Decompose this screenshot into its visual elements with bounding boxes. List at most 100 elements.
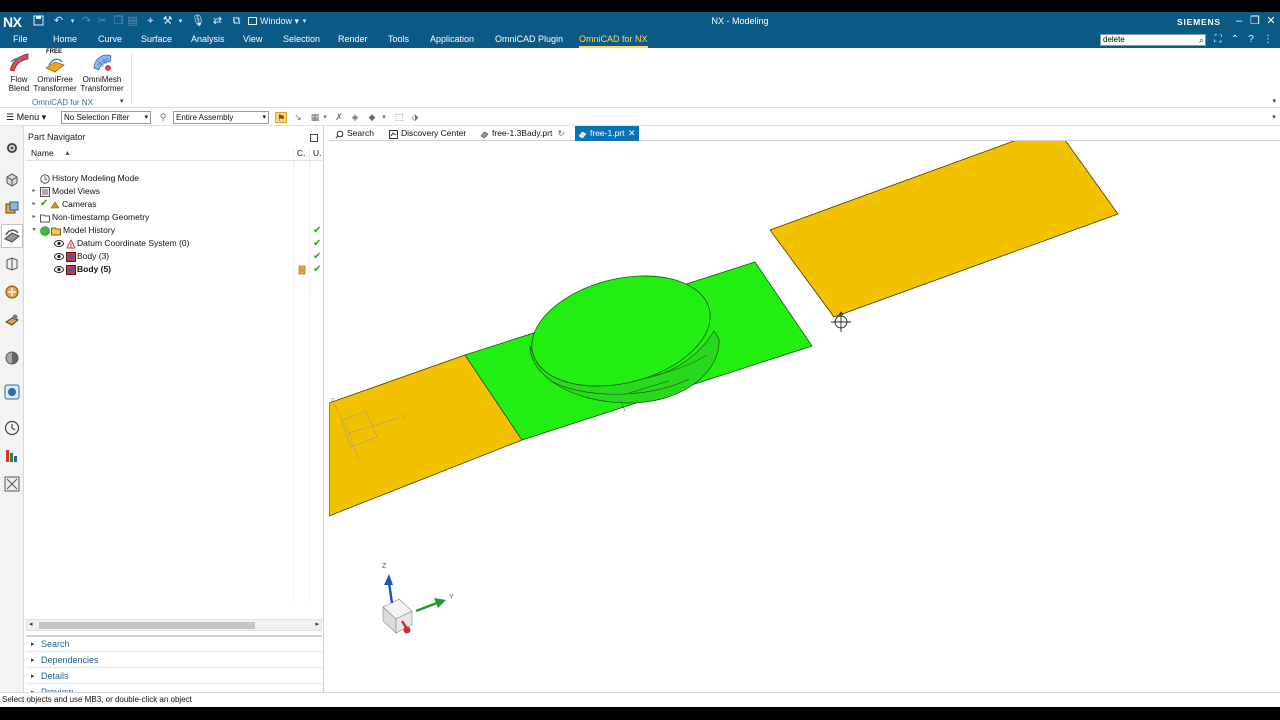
command-search-input[interactable]: delete ⌕	[1100, 34, 1206, 46]
yellow-sheet-right[interactable]	[769, 141, 1119, 318]
scroll-right-icon[interactable]: ▸	[315, 620, 319, 630]
filter-funnel-icon[interactable]: ⚲	[157, 112, 169, 123]
expand-arrow-icon[interactable]: ▸	[30, 211, 38, 224]
column-u[interactable]: U.	[313, 147, 322, 160]
flow-blend-button[interactable]: Flow Blend	[5, 50, 33, 93]
expand-arrow-icon[interactable]: ▸	[30, 198, 38, 211]
column-name[interactable]: Name	[31, 147, 54, 160]
sort-ascending-icon[interactable]: ▲	[64, 147, 71, 160]
assembly-icon[interactable]: ⬗	[409, 112, 421, 123]
minimize-icon[interactable]: –	[1232, 14, 1246, 29]
system-scene-icon[interactable]	[4, 476, 20, 492]
omnimesh-transformer-button[interactable]: OmniMesh Transformer	[79, 50, 125, 93]
column-c[interactable]: C.	[297, 147, 306, 160]
collapse-ribbon-icon[interactable]: ⌃	[1229, 34, 1241, 46]
selection-scope-dropdown[interactable]: Entire Assembly ▾	[173, 111, 269, 124]
tree-row-body-5[interactable]: Body (5) ✔	[26, 263, 322, 276]
siemens-logo: SIEMENS	[1177, 17, 1221, 27]
tab-discovery-center[interactable]: Discovery Center	[386, 126, 466, 141]
tab-free-1-3bady[interactable]: free-1.3Bady.prt ↻	[477, 126, 564, 141]
ribbon-divider	[131, 52, 132, 104]
process-studio-icon[interactable]	[4, 384, 20, 400]
part-navigator-icon[interactable]	[1, 224, 23, 248]
expand-arrow-icon[interactable]: ▸	[30, 185, 38, 198]
type-filter-dropdown[interactable]: No Selection Filter ▾	[61, 111, 151, 124]
eye-icon[interactable]	[54, 252, 64, 261]
assembly-navigator-icon[interactable]	[4, 172, 20, 188]
full-screen-icon[interactable]: ⛶	[1212, 34, 1224, 46]
snap-point-icon[interactable]: ↘	[292, 112, 304, 123]
panel-dependencies[interactable]: ▸ Dependencies	[26, 653, 322, 668]
menu-selection[interactable]: Selection	[283, 32, 320, 48]
menu-omnicad-for-nx[interactable]: OmniCAD for NX	[579, 32, 648, 48]
menu-file[interactable]: File	[13, 32, 28, 48]
eye-icon[interactable]	[54, 239, 64, 248]
roles-icon[interactable]	[4, 448, 20, 464]
panel-details[interactable]: ▸ Details	[26, 669, 322, 684]
expand-arrow-icon: ▸	[31, 657, 35, 664]
collapse-arrow-icon[interactable]: ▾	[30, 224, 38, 237]
part-icon	[578, 129, 587, 139]
tree-row-history-mode[interactable]: History Modeling Mode	[26, 172, 322, 185]
tree-row-cameras[interactable]: ▸ ✔ Cameras	[26, 198, 322, 211]
maximize-panel-icon[interactable]	[310, 134, 318, 142]
select-all-icon[interactable]: ◈	[349, 112, 361, 123]
modified-icon: ↻	[557, 129, 565, 138]
ribbon-expand-icon[interactable]: ▾	[1272, 97, 1276, 105]
show-hide-icon[interactable]: ◆	[366, 112, 378, 123]
show-hide-dropdown-icon[interactable]: ▾	[378, 112, 390, 123]
part-navigator-panel: Part Navigator Name ▲ C. U. History Mode…	[24, 126, 324, 697]
omnifree-transformer-button[interactable]: FREE OmniFree Transformer	[33, 49, 77, 93]
general-selection-intent-icon[interactable]: ⚑	[275, 112, 287, 123]
tree-row-model-history[interactable]: ▾ Model History ✔	[26, 224, 322, 237]
tree-row-datum-csys[interactable]: Datum Coordinate System (0) ✔	[26, 237, 322, 250]
horizontal-scrollbar[interactable]: ◂ ▸	[26, 619, 322, 631]
settings-gear-icon[interactable]	[4, 140, 20, 156]
menu-home[interactable]: Home	[53, 32, 77, 48]
menu-curve[interactable]: Curve	[98, 32, 122, 48]
flow-blend-label-2: Blend	[8, 83, 30, 93]
selection-bar: ☰ Menu ▾ No Selection Filter ▾ ⚲ Entire …	[0, 109, 1280, 126]
menu-tools[interactable]: Tools	[388, 32, 409, 48]
views-icon	[40, 187, 50, 197]
restore-icon[interactable]: ❐	[1248, 14, 1262, 29]
selbar-expand-icon[interactable]: ▾	[1268, 112, 1280, 123]
panel-search[interactable]: ▸ Search	[26, 637, 322, 652]
model-viewport[interactable]: Y Z Z Y	[329, 141, 1280, 692]
history-clock-icon[interactable]	[4, 420, 20, 436]
history-palette-icon[interactable]	[4, 350, 20, 366]
menu-application[interactable]: Application	[430, 32, 474, 48]
menu-button[interactable]: ☰ Menu ▾	[6, 110, 46, 125]
menu-omnicad-plugin[interactable]: OmniCAD Plugin	[495, 32, 563, 48]
eye-icon[interactable]	[54, 265, 64, 274]
ribbon-options-icon[interactable]: ⋮	[1262, 34, 1274, 46]
graphics-window[interactable]: Search Discovery Center free-1.3Bady.prt…	[329, 126, 1280, 692]
constraint-navigator-icon[interactable]	[4, 200, 20, 216]
scroll-left-icon[interactable]: ◂	[29, 620, 33, 630]
deselect-icon[interactable]: ✗	[333, 112, 345, 123]
cube-view-icon[interactable]: ⬚	[393, 112, 405, 123]
search-icon[interactable]: ⌕	[1199, 35, 1204, 45]
group-more-icon[interactable]: ▾	[120, 97, 124, 105]
close-tab-icon[interactable]: ✕	[628, 126, 636, 141]
tab-free-1[interactable]: free-1.prt ✕	[575, 126, 639, 141]
menu-render[interactable]: Render	[338, 32, 368, 48]
omnifree-label-2: Transformer	[33, 83, 77, 93]
discovery-icon	[389, 129, 398, 139]
web-browser-icon[interactable]	[4, 312, 20, 328]
tree-row-body-3[interactable]: Body (3) ✔	[26, 250, 322, 263]
reuse-library-icon[interactable]	[4, 256, 20, 272]
scrollbar-thumb[interactable]	[39, 622, 255, 629]
close-icon[interactable]: ✕	[1264, 14, 1278, 29]
tree-row-non-timestamp[interactable]: ▸ Non-timestamp Geometry	[26, 211, 322, 224]
tab-search[interactable]: Search	[332, 126, 374, 141]
tree-row-model-views[interactable]: ▸ Model Views	[26, 185, 322, 198]
view-triad-icon[interactable]: Z Y	[382, 563, 454, 634]
menu-analysis[interactable]: Analysis	[191, 32, 225, 48]
priority-dropdown-icon[interactable]: ▾	[319, 112, 331, 123]
expand-arrow-icon: ▸	[31, 641, 35, 648]
hd3d-tools-icon[interactable]	[4, 284, 20, 300]
menu-surface[interactable]: Surface	[141, 32, 172, 48]
help-icon[interactable]: ?	[1245, 34, 1257, 46]
menu-view[interactable]: View	[243, 32, 262, 48]
